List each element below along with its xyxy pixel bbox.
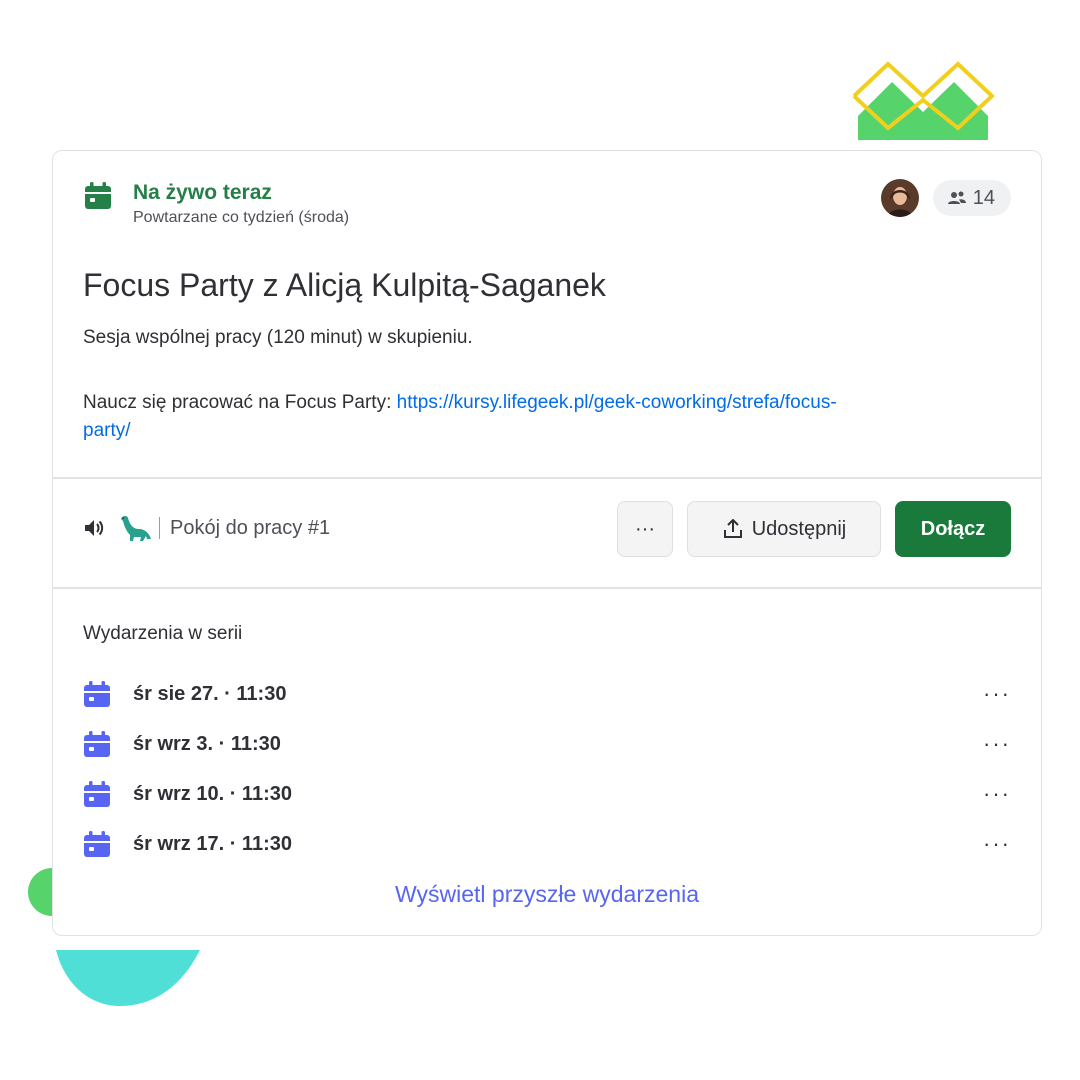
calendar-icon	[84, 681, 110, 707]
host-avatar[interactable]	[880, 179, 919, 217]
series-item[interactable]: śr wrz 3. · 11:30 ···	[83, 719, 1011, 769]
event-actions: ··· Udostępnij Dołącz	[617, 501, 1011, 557]
event-learn-more: Naucz się pracować na Focus Party: https…	[83, 389, 843, 445]
event-description: Sesja wspólnej pracy (120 minut) w skupi…	[83, 327, 473, 348]
divider	[53, 477, 1041, 479]
share-icon	[723, 519, 742, 538]
share-label: Udostępnij	[751, 517, 847, 540]
series-heading: Wydarzenia w serii	[83, 623, 243, 644]
join-button[interactable]: Dołącz	[895, 501, 1011, 557]
event-channel[interactable]: Pokój do pracy #1	[83, 513, 330, 543]
dinosaur-emoji-icon	[121, 515, 151, 541]
series-item-menu-button[interactable]: ···	[971, 681, 1011, 707]
calendar-icon	[84, 781, 110, 807]
calendar-icon	[84, 831, 110, 857]
channel-name: Pokój do pracy #1	[170, 516, 331, 539]
speaker-icon	[85, 520, 104, 536]
attendee-count: 14	[972, 186, 995, 209]
event-card: Na żywo teraz Powtarzane co tydzień (śro…	[52, 150, 1042, 936]
event-status: Na żywo teraz Powtarzane co tydzień (śro…	[83, 181, 349, 227]
share-button[interactable]: Udostępnij	[687, 501, 881, 557]
live-now-label: Na żywo teraz	[133, 181, 272, 204]
view-future-events-link[interactable]: Wyświetl przyszłe wydarzenia	[53, 881, 1041, 908]
calendar-icon	[84, 731, 110, 757]
decorative-shape-top	[852, 61, 995, 140]
series-item[interactable]: śr wrz 10. · 11:30 ···	[83, 769, 1011, 819]
series-item-menu-button[interactable]: ···	[971, 831, 1011, 857]
series-item-menu-button[interactable]: ···	[971, 781, 1011, 807]
series-item-date: śr wrz 3. · 11:30	[133, 732, 281, 755]
attendee-summary[interactable]: 14	[880, 179, 1011, 217]
attendee-count-badge[interactable]: 14	[932, 180, 1011, 216]
decorative-shape-bottom	[56, 950, 200, 1006]
series-item-date: śr wrz 10. · 11:30	[133, 782, 292, 805]
series-item-menu-button[interactable]: ···	[971, 731, 1011, 757]
divider	[53, 587, 1041, 589]
separator	[159, 517, 160, 539]
event-title: Focus Party z Alicją Kulpitą-Saganek	[83, 267, 606, 303]
calendar-icon	[85, 182, 111, 209]
series-item[interactable]: śr wrz 17. · 11:30 ···	[83, 819, 1011, 869]
recurrence-label: Powtarzane co tydzień (środa)	[133, 209, 350, 226]
series-item-date: śr sie 27. · 11:30	[133, 682, 287, 705]
series-item[interactable]: śr sie 27. · 11:30 ···	[83, 669, 1011, 719]
series-item-date: śr wrz 17. · 11:30	[133, 832, 292, 855]
people-icon	[947, 191, 966, 204]
more-options-button[interactable]: ···	[617, 501, 673, 557]
series-list: śr sie 27. · 11:30 ··· śr wrz 3. · 11:30…	[83, 669, 1011, 869]
learn-more-text: Naucz się pracować na Focus Party:	[83, 392, 397, 413]
